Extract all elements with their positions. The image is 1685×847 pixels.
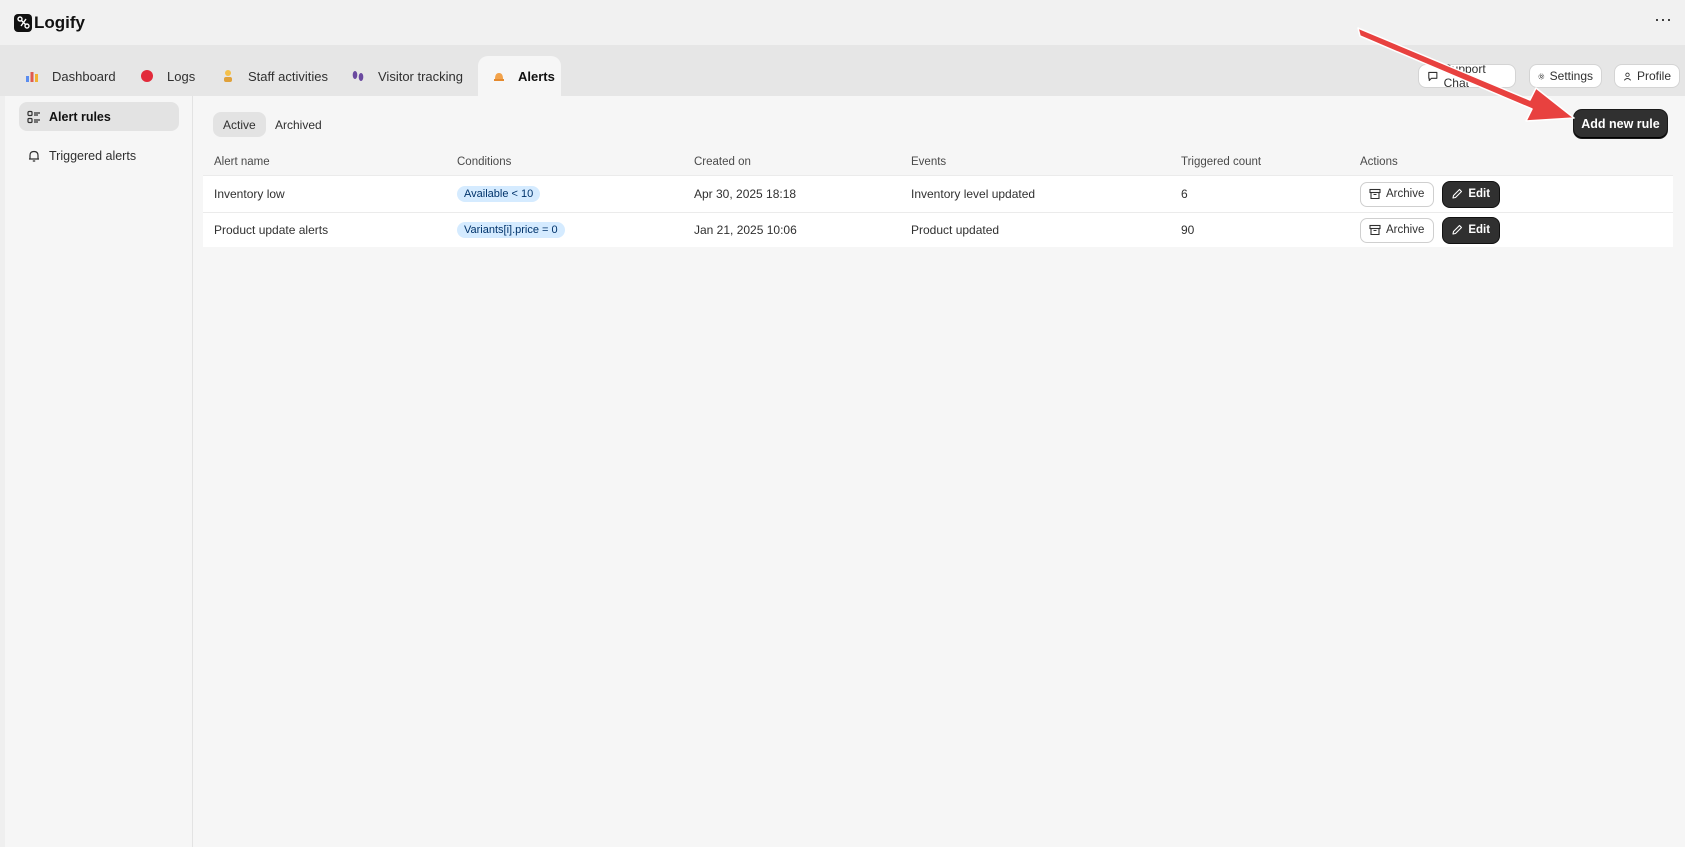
- sidebar-item-alert-rules[interactable]: Alert rules: [19, 102, 179, 131]
- column-header: Alert name: [214, 156, 270, 168]
- tab-label: Dashboard: [52, 68, 116, 84]
- logify-logo-icon: [14, 13, 32, 32]
- events-cell: Product updated: [911, 223, 1000, 237]
- sidebar-item-label: Alert rules: [49, 109, 111, 124]
- triggered-count-cell: 6: [1181, 187, 1188, 201]
- app-header: Logify ⋯: [0, 0, 1685, 45]
- sidebar: Alert rules Triggered alerts: [5, 96, 193, 847]
- archive-label: Archive: [1386, 188, 1425, 200]
- list-icon: [27, 110, 40, 123]
- profile-button[interactable]: Profile: [1614, 64, 1680, 88]
- pencil-icon: [1452, 188, 1463, 199]
- settings-label: Settings: [1549, 69, 1593, 83]
- alert-name-cell: Inventory low: [214, 187, 285, 201]
- archive-button[interactable]: Archive: [1360, 217, 1435, 243]
- app-logo: Logify: [14, 13, 85, 33]
- actions-cell: Archive Edit: [1360, 213, 1508, 247]
- sidebar-item-triggered-alerts[interactable]: Triggered alerts: [19, 141, 179, 170]
- sidebar-item-label: Triggered alerts: [49, 148, 137, 163]
- table-header: Alert name Conditions Created on Events …: [203, 149, 1673, 175]
- footprints-icon: [350, 68, 366, 84]
- bar-chart-icon: [24, 68, 40, 84]
- tab-dashboard[interactable]: Dashboard: [10, 56, 130, 96]
- tab-staff-activities[interactable]: Staff activities: [206, 56, 342, 96]
- tab-alerts[interactable]: Alerts: [478, 56, 561, 96]
- segment-archived[interactable]: Archived: [265, 112, 332, 137]
- triggered-count-cell: 90: [1181, 223, 1195, 237]
- archive-icon: [1369, 224, 1381, 236]
- edit-label: Edit: [1468, 188, 1491, 200]
- tab-label: Logs: [167, 68, 196, 84]
- conditions-cell: Available < 10: [457, 176, 541, 212]
- profile-label: Profile: [1636, 69, 1671, 83]
- bell-icon: [492, 68, 506, 84]
- edit-label: Edit: [1468, 224, 1491, 236]
- user-icon: [1623, 72, 1632, 81]
- add-new-rule-button[interactable]: Add new rule: [1574, 110, 1667, 138]
- actions-cell: Archive Edit: [1360, 176, 1508, 212]
- bell-outline-icon: [29, 150, 39, 162]
- tab-visitor-tracking[interactable]: Visitor tracking: [336, 56, 477, 96]
- created-on-cell: Jan 21, 2025 10:06: [694, 223, 797, 237]
- column-header: Triggered count: [1181, 156, 1262, 168]
- events-cell: Inventory level updated: [911, 187, 1036, 201]
- segment-active[interactable]: Active: [213, 112, 266, 137]
- support-chat-button[interactable]: Support Chat: [1418, 62, 1516, 90]
- support-chat-label: Support Chat: [1443, 62, 1486, 90]
- column-header: Events: [911, 156, 947, 168]
- created-on-cell: Apr 30, 2025 18:18: [694, 187, 797, 201]
- column-header: Conditions: [457, 156, 512, 168]
- column-header: Created on: [694, 156, 751, 168]
- column-header: Actions: [1360, 156, 1398, 168]
- tab-label: Visitor tracking: [378, 68, 464, 84]
- condition-badge: Variants[i].price = 0: [457, 222, 565, 238]
- archive-button[interactable]: Archive: [1360, 181, 1435, 207]
- tab-logs[interactable]: Logs: [125, 56, 209, 96]
- main-content: Active Archived Add new rule Alert name …: [193, 96, 1685, 847]
- alert-rules-table: Alert name Conditions Created on Events …: [203, 149, 1673, 247]
- more-options-icon[interactable]: ⋯: [1654, 10, 1673, 31]
- person-icon: [220, 68, 236, 84]
- edit-button[interactable]: Edit: [1443, 181, 1500, 207]
- table-row[interactable]: Inventory low Available < 10 Apr 30, 202…: [203, 175, 1673, 212]
- settings-button[interactable]: Settings: [1529, 64, 1602, 88]
- edit-button[interactable]: Edit: [1443, 217, 1500, 243]
- conditions-cell: Variants[i].price = 0: [457, 213, 565, 247]
- tab-label: Alerts: [518, 68, 555, 84]
- table-row[interactable]: Product update alerts Variants[i].price …: [203, 212, 1673, 247]
- archive-icon: [1369, 188, 1381, 200]
- chat-bubble-icon: [1428, 71, 1438, 81]
- condition-badge: Available < 10: [457, 186, 541, 202]
- tab-label: Staff activities: [248, 68, 328, 84]
- pencil-icon: [1452, 224, 1463, 235]
- red-circle-icon: [139, 68, 155, 84]
- page-body: Alert rules Triggered alerts Active Arch…: [5, 96, 1685, 847]
- gear-icon: [1538, 73, 1545, 79]
- app-title: Logify: [34, 12, 85, 32]
- alert-name-cell: Product update alerts: [214, 223, 329, 237]
- archive-label: Archive: [1386, 224, 1425, 236]
